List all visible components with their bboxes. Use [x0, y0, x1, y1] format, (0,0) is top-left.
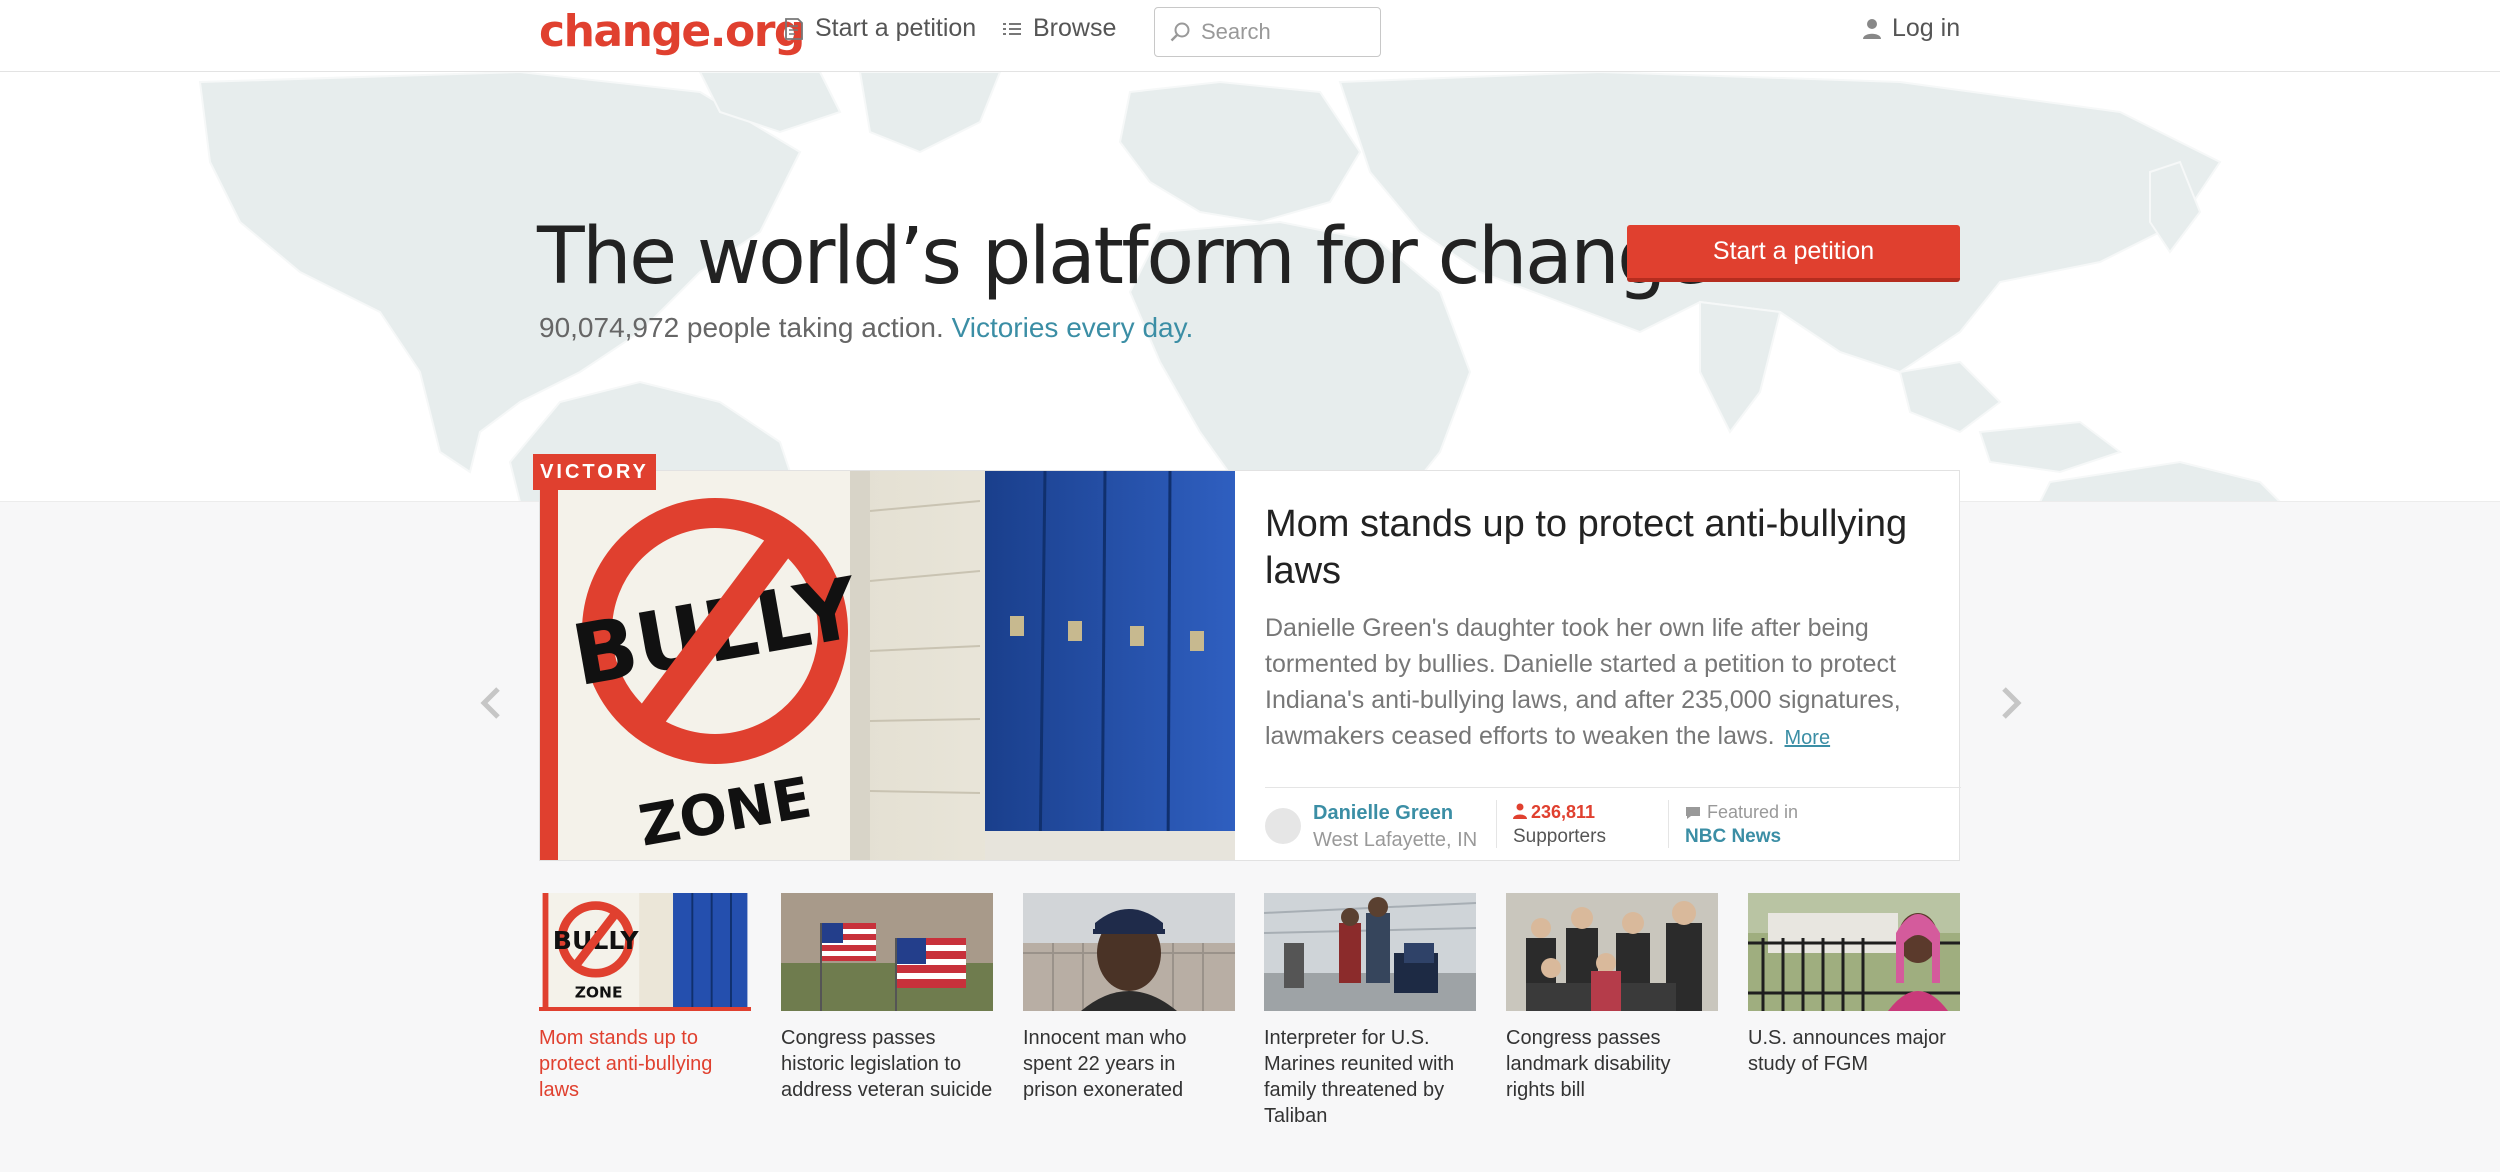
supporters-count: 236,811 [1513, 802, 1595, 823]
people-count: 90,074,972 people taking action. [539, 312, 944, 343]
thumbnail-image [1506, 893, 1718, 1011]
thumbnail-image [1748, 893, 1960, 1011]
person-icon [1513, 803, 1527, 819]
featured-story-description: Danielle Green's daughter took her own l… [1265, 610, 1925, 756]
list-icon [1003, 22, 1021, 35]
featured-story-title[interactable]: Mom stands up to protect anti-bullying l… [1265, 501, 1945, 595]
divider [1668, 800, 1669, 848]
thumbnail-image: BULLY ZONE [539, 893, 751, 1011]
featured-story-card[interactable]: BULLY ZONE Mom stands up to protect anti… [539, 470, 1961, 861]
chevron-left-icon[interactable] [476, 683, 506, 723]
featured-in-label: Featured in [1707, 802, 1799, 822]
thumbnail-story-3[interactable]: Innocent man who spent 22 years in priso… [1023, 893, 1235, 1103]
nav-browse-label: Browse [1033, 14, 1117, 42]
thumbnail-story-6[interactable]: U.S. announces major study of FGM [1748, 893, 1960, 1077]
thumbnail-caption: Interpreter for U.S. Marines reunited wi… [1264, 1027, 1455, 1127]
logo[interactable]: change.org [539, 6, 805, 57]
nav-start-petition[interactable]: Start a petition [783, 14, 976, 43]
divider [1496, 800, 1497, 848]
thumb-sign-text-zone: ZONE [575, 983, 623, 1001]
thumbnail-caption: Mom stands up to protect anti-bullying l… [539, 1027, 713, 1101]
hero-section: The world’s platform for change 90,074,9… [0, 72, 2500, 502]
thumbnail-image [781, 893, 993, 1011]
petition-document-icon [785, 17, 803, 40]
thumbnail-image [1023, 893, 1235, 1011]
user-icon [1863, 18, 1881, 39]
featured-in: Featured in [1685, 802, 1798, 823]
thumbnail-caption: U.S. announces major study of FGM [1748, 1027, 1946, 1075]
login-label: Log in [1892, 14, 1961, 42]
search-input[interactable] [1201, 19, 1361, 45]
site-header: change.org Start a petition Browse Log i… [0, 0, 2500, 72]
search-icon [1170, 22, 1190, 42]
chevron-right-icon[interactable] [1996, 683, 2026, 723]
thumbnail-caption: Innocent man who spent 22 years in priso… [1023, 1027, 1187, 1101]
nav-start-petition-label: Start a petition [815, 14, 977, 42]
nav-browse[interactable]: Browse [1001, 14, 1116, 43]
featured-source[interactable]: NBC News [1685, 826, 1781, 848]
more-link[interactable]: More [1785, 727, 1831, 749]
thumbnail-story-4[interactable]: Interpreter for U.S. Marines reunited wi… [1264, 893, 1476, 1129]
thumbnail-image [1264, 893, 1476, 1011]
author-location: West Lafayette, IN [1313, 829, 1478, 851]
victories-link[interactable]: Victories every day. [952, 312, 1194, 343]
supporters-label: Supporters [1513, 826, 1606, 847]
thumbnail-story-2[interactable]: Congress passes historic legislation to … [781, 893, 993, 1103]
author-name[interactable]: Danielle Green [1313, 802, 1453, 825]
thumbnail-caption: Congress passes historic legislation to … [781, 1027, 993, 1101]
hero-subtitle: 90,074,972 people taking action. Victori… [539, 312, 1193, 344]
avatar [1265, 808, 1301, 844]
featured-story-image[interactable]: BULLY ZONE [540, 471, 1235, 860]
start-petition-button[interactable]: Start a petition [1627, 225, 1960, 282]
thumbnail-story-1[interactable]: BULLY ZONE Mom stands up to protect anti… [539, 893, 751, 1103]
search-box [1154, 7, 1381, 57]
thumbnail-caption: Congress passes landmark disability righ… [1506, 1027, 1671, 1101]
speech-bubble-icon [1686, 806, 1700, 819]
victory-tag: VICTORY [533, 454, 656, 490]
login-link[interactable]: Log in [1862, 14, 1960, 43]
featured-story-footer: Danielle Green West Lafayette, IN 236,81… [1265, 787, 1961, 861]
supporters-count-value: 236,811 [1531, 802, 1596, 822]
hero-title: The world’s platform for change [537, 212, 1712, 302]
thumbnail-story-5[interactable]: Congress passes landmark disability righ… [1506, 893, 1718, 1103]
